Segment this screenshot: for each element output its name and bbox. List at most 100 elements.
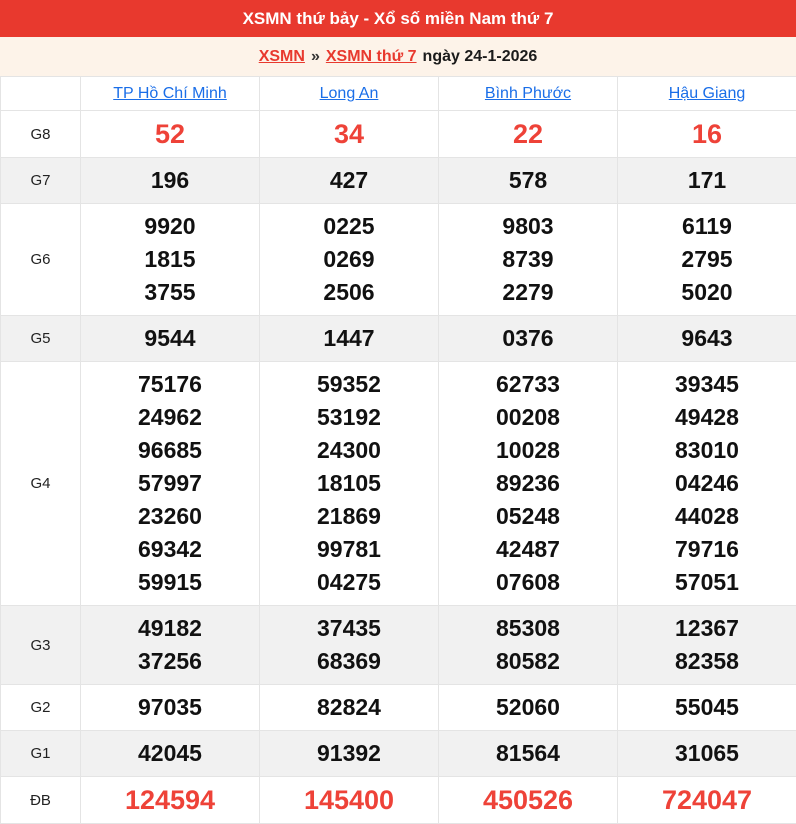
result-number: 59352	[260, 368, 438, 401]
result-number: 49182	[81, 612, 259, 645]
prize-row-G7: G7196427578171	[1, 158, 796, 204]
result-cell: 980387392279	[439, 204, 618, 316]
result-number: 21869	[260, 500, 438, 533]
result-cell: 75176249629668557997232606934259915	[81, 362, 260, 606]
result-number: 427	[260, 164, 438, 197]
result-cell: 16	[618, 111, 796, 158]
result-number: 24962	[81, 401, 259, 434]
result-cell: 578	[439, 158, 618, 204]
result-number: 10028	[439, 434, 617, 467]
prize-label: G6	[1, 204, 81, 316]
result-number: 171	[618, 164, 796, 197]
result-number: 578	[439, 164, 617, 197]
result-number: 53192	[260, 401, 438, 434]
province-link[interactable]: TP Hồ Chí Minh	[113, 85, 227, 102]
result-number: 12367	[618, 612, 796, 645]
result-cell: 1447	[260, 316, 439, 362]
result-cell: 145400	[260, 777, 439, 824]
result-number: 52060	[439, 691, 617, 724]
result-number: 2795	[618, 243, 796, 276]
result-cell: 81564	[439, 731, 618, 777]
prize-row-G2: G297035828245206055045	[1, 685, 796, 731]
breadcrumb-link-xsmn[interactable]: XSMN	[259, 48, 305, 66]
prize-row-G4: G475176249629668557997232606934259915593…	[1, 362, 796, 606]
result-number: 0269	[260, 243, 438, 276]
province-link[interactable]: Bình Phước	[485, 85, 571, 102]
province-header-row: TP Hồ Chí Minh Long An Bình Phước Hậu Giang	[1, 77, 796, 111]
result-cell: 724047	[618, 777, 796, 824]
result-number: 49428	[618, 401, 796, 434]
result-number: 42487	[439, 533, 617, 566]
result-cell: 4918237256	[81, 606, 260, 685]
result-cell: 91392	[260, 731, 439, 777]
result-cell: 1236782358	[618, 606, 796, 685]
result-cell: 171	[618, 158, 796, 204]
result-cell: 3743568369	[260, 606, 439, 685]
prize-label: G2	[1, 685, 81, 731]
result-number: 04246	[618, 467, 796, 500]
breadcrumb-link-xsmn-thu-7[interactable]: XSMN thứ 7	[326, 48, 417, 66]
result-number: 16	[618, 117, 796, 151]
result-number: 89236	[439, 467, 617, 500]
result-number: 3755	[81, 276, 259, 309]
result-number: 07608	[439, 566, 617, 599]
result-number: 0225	[260, 210, 438, 243]
breadcrumb: XSMN » XSMN thứ 7 ngày 24-1-2026	[0, 37, 796, 76]
result-cell: 82824	[260, 685, 439, 731]
result-number: 2506	[260, 276, 438, 309]
province-header-cell: TP Hồ Chí Minh	[81, 77, 260, 111]
result-cell: 992018153755	[81, 204, 260, 316]
result-number: 37256	[81, 645, 259, 678]
result-cell: 59352531922430018105218699978104275	[260, 362, 439, 606]
result-number: 57051	[618, 566, 796, 599]
prize-label: G1	[1, 731, 81, 777]
province-header-cell: Bình Phước	[439, 77, 618, 111]
prize-row-G8: G852342216	[1, 111, 796, 158]
result-cell: 52060	[439, 685, 618, 731]
prize-row-ĐB: ĐB124594145400450526724047	[1, 777, 796, 824]
result-cell: 39345494288301004246440287971657051	[618, 362, 796, 606]
result-cell: 22	[439, 111, 618, 158]
prize-label: G4	[1, 362, 81, 606]
result-number: 9920	[81, 210, 259, 243]
breadcrumb-date: ngày 24-1-2026	[423, 48, 538, 66]
result-number: 0376	[439, 322, 617, 355]
result-number: 69342	[81, 533, 259, 566]
result-cell: 9544	[81, 316, 260, 362]
result-number: 82358	[618, 645, 796, 678]
prize-row-G3: G349182372563743568369853088058212367823…	[1, 606, 796, 685]
result-cell: 9643	[618, 316, 796, 362]
result-number: 22	[439, 117, 617, 151]
result-number: 450526	[439, 783, 617, 817]
result-cell: 34	[260, 111, 439, 158]
result-number: 85308	[439, 612, 617, 645]
result-number: 9803	[439, 210, 617, 243]
result-number: 04275	[260, 566, 438, 599]
prize-label: G5	[1, 316, 81, 362]
result-number: 00208	[439, 401, 617, 434]
result-number: 75176	[81, 368, 259, 401]
result-number: 62733	[439, 368, 617, 401]
province-link[interactable]: Long An	[320, 85, 379, 102]
result-number: 80582	[439, 645, 617, 678]
page-title: XSMN thứ bảy - Xổ số miền Nam thứ 7	[243, 9, 554, 29]
result-number: 9544	[81, 322, 259, 355]
province-link[interactable]: Hậu Giang	[669, 85, 746, 102]
breadcrumb-separator: »	[311, 48, 320, 66]
result-number: 55045	[618, 691, 796, 724]
corner-cell	[1, 77, 81, 111]
result-number: 1815	[81, 243, 259, 276]
result-number: 52	[81, 117, 259, 151]
result-number: 44028	[618, 500, 796, 533]
result-number: 37435	[260, 612, 438, 645]
result-number: 1447	[260, 322, 438, 355]
result-number: 81564	[439, 737, 617, 770]
result-cell: 8530880582	[439, 606, 618, 685]
result-cell: 611927955020	[618, 204, 796, 316]
result-number: 24300	[260, 434, 438, 467]
result-cell: 0376	[439, 316, 618, 362]
result-number: 9643	[618, 322, 796, 355]
result-number: 196	[81, 164, 259, 197]
result-number: 57997	[81, 467, 259, 500]
result-cell: 62733002081002889236052484248707608	[439, 362, 618, 606]
